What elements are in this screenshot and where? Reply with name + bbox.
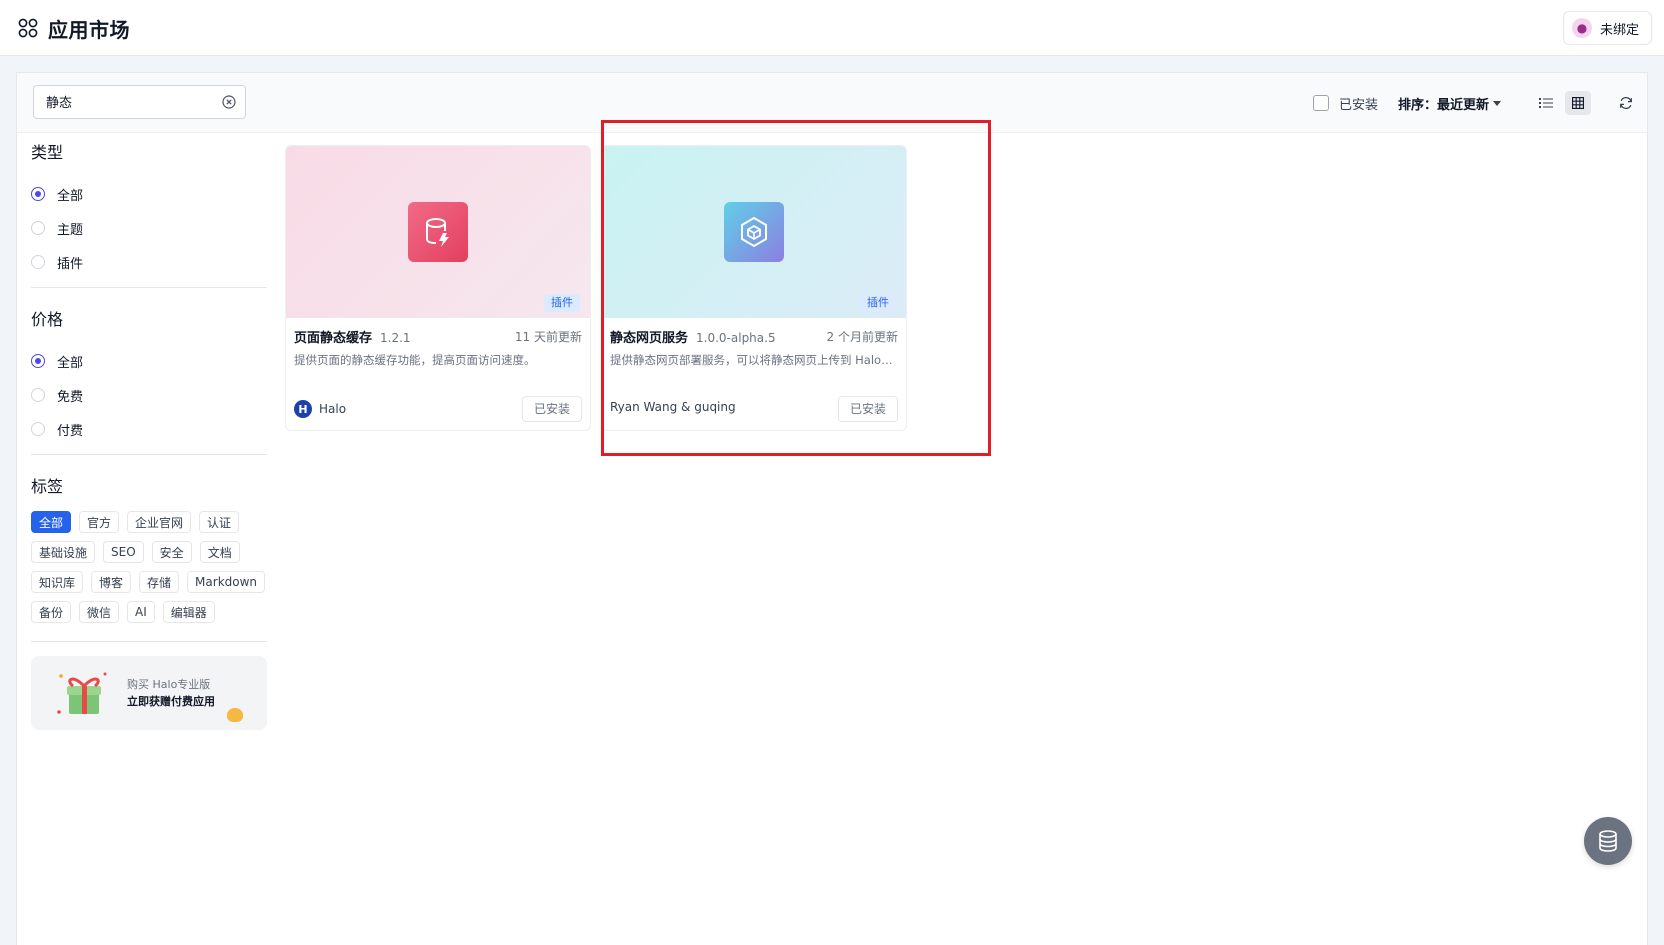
bind-account-button[interactable]: ● 未绑定 <box>1562 11 1652 45</box>
refresh-button[interactable] <box>1617 94 1635 112</box>
database-flash-icon <box>408 202 468 262</box>
tag-chip[interactable]: Markdown <box>187 571 266 593</box>
app-author: H Halo <box>294 400 346 418</box>
tag-chip-selected[interactable]: 全部 <box>31 511 72 533</box>
app-updated: 11 天前更新 <box>514 330 582 344</box>
tag-chip[interactable]: 存储 <box>139 571 180 593</box>
page-title: 应用市场 <box>48 18 130 42</box>
tag-chip[interactable]: 文档 <box>199 541 240 563</box>
sort-label: 排序： <box>1397 97 1437 113</box>
refresh-icon <box>1620 97 1632 109</box>
type-filter-title: 类型 <box>31 143 64 162</box>
radio[interactable] <box>31 221 45 235</box>
app-name-text: 页面静态缓存 <box>294 331 373 346</box>
search-input[interactable] <box>46 86 215 116</box>
sort-dropdown[interactable]: 最近更新 <box>1437 94 1489 113</box>
toolbar-actions: 已安装 排序： 最近更新 <box>1312 91 1635 115</box>
list-view-button[interactable] <box>1533 91 1559 115</box>
tag-chip[interactable]: 编辑器 <box>162 601 215 623</box>
tag-chip[interactable]: 微信 <box>79 601 120 623</box>
tag-chip[interactable]: AI <box>127 601 155 623</box>
mascot-icon <box>227 708 243 722</box>
app-version: 1.2.1 <box>380 331 411 345</box>
installed-button[interactable]: 已安装 <box>521 396 582 422</box>
tag-chip[interactable]: 安全 <box>151 541 192 563</box>
search-box <box>33 85 246 119</box>
divider <box>31 641 267 642</box>
type-option-plugin[interactable]: 插件 <box>31 245 267 279</box>
option-label: 免费 <box>57 389 84 405</box>
grid-view-button[interactable] <box>1565 91 1591 115</box>
database-icon <box>1599 830 1617 852</box>
price-option-all[interactable]: 全部 <box>31 344 267 378</box>
chevron-down-icon[interactable] <box>1493 100 1501 106</box>
app-card[interactable]: 插件 页面静态缓存 1.2.1 11 天前更新 提供页面的静态缓存功能，提高页面访… <box>285 145 591 431</box>
option-label: 插件 <box>57 256 84 272</box>
installed-checkbox[interactable] <box>1312 95 1329 111</box>
price-option-free[interactable]: 免费 <box>31 378 267 412</box>
radio[interactable] <box>31 422 45 436</box>
price-filter-title: 价格 <box>31 310 64 329</box>
tag-list: 全部 官方 企业官网 认证 基础设施 SEO 安全 文档 知识库 博客 存储 M… <box>31 511 267 623</box>
clear-search-icon[interactable] <box>222 95 236 109</box>
option-label: 全部 <box>57 188 84 204</box>
bind-status-label: 未绑定 <box>1599 22 1639 38</box>
list-icon <box>1539 98 1553 108</box>
option-label: 付费 <box>57 423 84 439</box>
tag-chip[interactable]: 企业官网 <box>127 511 192 533</box>
app-type-badge: 插件 <box>544 294 580 312</box>
tag-chip[interactable]: 博客 <box>91 571 132 593</box>
promo-line-2: 立即获赠付费应用 <box>127 695 215 708</box>
tag-chip[interactable]: 认证 <box>199 511 240 533</box>
type-option-theme[interactable]: 主题 <box>31 211 267 245</box>
ghost-avatar-icon: ● <box>1571 18 1592 38</box>
tag-chip[interactable]: 官方 <box>79 511 120 533</box>
tag-chip[interactable]: SEO <box>103 541 144 563</box>
apps-grid-icon <box>18 18 38 38</box>
top-bar: 应用市场 ● 未绑定 <box>0 0 1664 56</box>
tag-chip[interactable]: 知识库 <box>31 571 84 593</box>
radio[interactable] <box>31 255 45 269</box>
promo-line-1: 购买 Halo专业版 <box>127 678 211 691</box>
radio-selected[interactable] <box>31 354 45 368</box>
price-option-paid[interactable]: 付费 <box>31 412 267 446</box>
app-name: 页面静态缓存 1.2.1 <box>294 327 411 346</box>
highlight-box <box>601 120 991 456</box>
divider <box>31 454 267 455</box>
option-label: 主题 <box>57 222 84 238</box>
radio[interactable] <box>31 388 45 402</box>
tag-chip[interactable]: 备份 <box>31 601 72 623</box>
option-label: 全部 <box>57 355 84 371</box>
radio-selected[interactable] <box>31 187 45 201</box>
author-name: Halo <box>319 402 347 416</box>
tag-chip[interactable]: 基础设施 <box>31 541 96 563</box>
installed-filter-label: 已安装 <box>1338 97 1378 113</box>
halo-avatar-icon: H <box>294 400 312 418</box>
filter-sidebar: 类型 全部 主题 插件 价格 全部 免费 付费 标签 全部 官方 企业官网 认证… <box>31 139 267 730</box>
pro-promo-banner[interactable]: 购买 Halo专业版 立即获赠付费应用 <box>31 656 267 730</box>
grid-icon <box>1572 97 1584 109</box>
tags-filter-title: 标签 <box>31 477 64 496</box>
divider <box>31 287 267 288</box>
gift-box-icon <box>57 672 107 714</box>
type-option-all[interactable]: 全部 <box>31 177 267 211</box>
app-description: 提供页面的静态缓存功能，提高页面访问速度。 <box>294 353 536 367</box>
floating-database-button[interactable] <box>1584 817 1632 865</box>
